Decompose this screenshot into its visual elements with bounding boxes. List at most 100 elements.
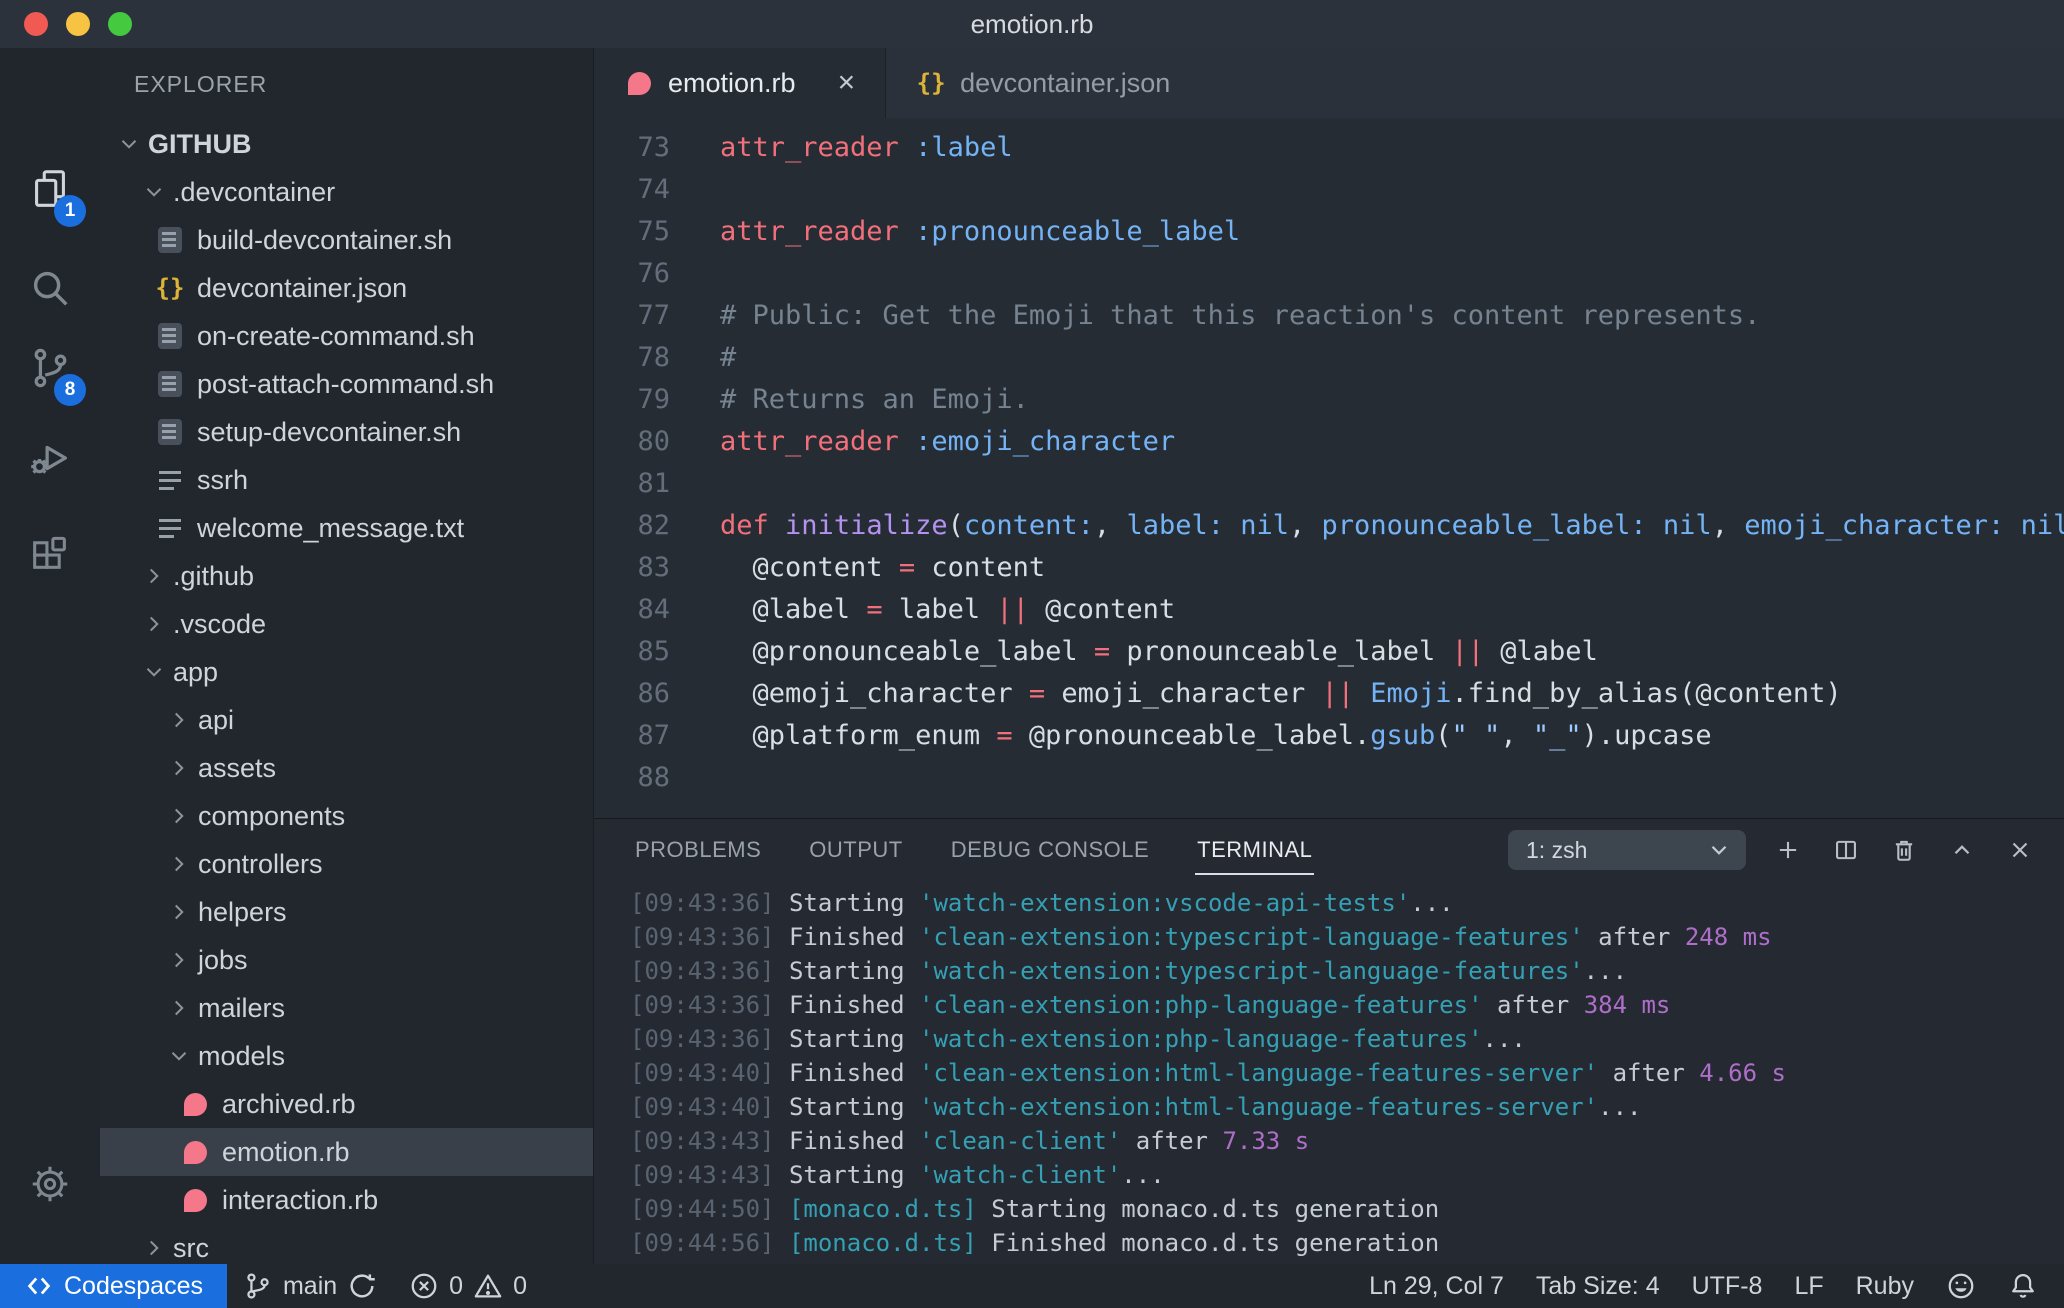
tree-file-interaction.rb[interactable]: interaction.rb: [100, 1176, 593, 1224]
tree-folder-.vscode[interactable]: .vscode: [100, 600, 593, 648]
line-number: 86: [637, 678, 670, 709]
explorer-header: EXPLORER: [134, 70, 268, 97]
codespaces-indicator[interactable]: Codespaces: [0, 1264, 227, 1308]
remote-indicator-icon: [27, 1277, 51, 1295]
panel-tab-terminal[interactable]: TERMINAL: [1195, 823, 1315, 877]
tree-folder-assets[interactable]: assets: [100, 744, 593, 792]
language-mode-indicator[interactable]: Ruby: [1840, 1264, 1930, 1308]
code-line-88: 88: [594, 762, 2064, 804]
ruby-file-icon: [180, 1089, 210, 1119]
explorer-view-button[interactable]: 1: [0, 145, 100, 233]
extensions-icon: [33, 536, 66, 569]
line-content: def initialize(content:, label: nil, pro…: [720, 510, 2064, 541]
tree-file-post-attach-command.sh[interactable]: post-attach-command.sh: [100, 360, 593, 408]
tree-folder-api[interactable]: api: [100, 696, 593, 744]
maximize-panel-button[interactable]: [1940, 828, 1984, 872]
list-file-icon: [155, 513, 185, 543]
new-terminal-button[interactable]: [1766, 828, 1810, 872]
tree-item-label: jobs: [198, 944, 248, 975]
tree-folder-helpers[interactable]: helpers: [100, 888, 593, 936]
close-tab-icon[interactable]: ×: [838, 68, 856, 98]
feedback-button[interactable]: [1930, 1264, 1992, 1308]
eol-indicator[interactable]: LF: [1778, 1264, 1839, 1308]
shell-file-icon: [155, 417, 185, 447]
chevron-right-icon: [139, 1233, 169, 1263]
tree-file-ssrh[interactable]: ssrh: [100, 456, 593, 504]
tree-item-label: api: [198, 704, 235, 735]
line-content: @platform_enum = @pronounceable_label.gs…: [720, 720, 1712, 751]
tree-folder-jobs[interactable]: jobs: [100, 936, 593, 984]
tree-item-label: GITHUB: [148, 128, 252, 159]
list-file-icon: [155, 465, 185, 495]
tree-file-on-create-command.sh[interactable]: on-create-command.sh: [100, 312, 593, 360]
tab-devcontainer-json[interactable]: {} devcontainer.json: [886, 48, 1200, 118]
chevron-right-icon: [164, 801, 194, 831]
line-number: 87: [637, 720, 670, 751]
titlebar: emotion.rb: [0, 0, 2064, 48]
terminal-shell-selector[interactable]: 1: zsh: [1508, 830, 1746, 870]
git-branch-indicator[interactable]: main: [227, 1264, 393, 1308]
editor-tabbar: emotion.rb × {} devcontainer.json: [594, 48, 2064, 118]
tree-folder-models[interactable]: models: [100, 1032, 593, 1080]
tree-file-archived.rb[interactable]: archived.rb: [100, 1080, 593, 1128]
tree-file-welcome_message.txt[interactable]: welcome_message.txt: [100, 504, 593, 552]
bottom-panel: PROBLEMS OUTPUT DEBUG CONSOLE TERMINAL 1…: [594, 818, 2064, 1264]
source-control-view-button[interactable]: 8: [0, 324, 100, 412]
tree-folder-src[interactable]: src: [100, 1224, 593, 1264]
tree-folder-mailers[interactable]: mailers: [100, 984, 593, 1032]
line-content: #: [720, 342, 737, 373]
line-content: @content = content: [720, 552, 1046, 583]
explorer-badge: 1: [54, 195, 86, 227]
terminal-line: [09:43:36] Finished 'clean-extension:typ…: [630, 923, 1772, 951]
panel-tab-problems[interactable]: PROBLEMS: [633, 823, 763, 877]
errors-count: 0: [449, 1271, 464, 1300]
panel-tab-debug-console[interactable]: DEBUG CONSOLE: [949, 823, 1151, 877]
tree-folder-.devcontainer[interactable]: .devcontainer: [100, 168, 593, 216]
tree-folder-app[interactable]: app: [100, 648, 593, 696]
line-number: 80: [637, 426, 670, 457]
source-control-badge: 8: [54, 374, 86, 406]
split-terminal-button[interactable]: [1824, 828, 1868, 872]
tree-item-label: components: [198, 800, 346, 831]
tree-file-build-devcontainer.sh[interactable]: build-devcontainer.sh: [100, 216, 593, 264]
terminal-line: [09:43:36] Starting 'watch-extension:vsc…: [630, 889, 1454, 917]
tree-folder-controllers[interactable]: controllers: [100, 840, 593, 888]
extensions-view-button[interactable]: [0, 512, 100, 600]
tree-item-label: devcontainer.json: [197, 272, 408, 303]
tree-folder-components[interactable]: components: [100, 792, 593, 840]
encoding-indicator[interactable]: UTF-8: [1676, 1264, 1779, 1308]
smiley-icon: [1948, 1273, 1974, 1299]
settings-button[interactable]: [0, 1140, 100, 1228]
window-title: emotion.rb: [970, 8, 1094, 39]
tree-file-setup-devcontainer.sh[interactable]: setup-devcontainer.sh: [100, 408, 593, 456]
indentation-indicator[interactable]: Tab Size: 4: [1520, 1264, 1676, 1308]
terminal-line: [09:43:43] Starting 'watch-client'...: [630, 1161, 1165, 1189]
tab-emotion-rb[interactable]: emotion.rb ×: [594, 48, 887, 118]
panel-tab-output[interactable]: OUTPUT: [807, 823, 904, 877]
json-file-icon: {}: [155, 274, 185, 302]
kill-terminal-button[interactable]: [1882, 828, 1926, 872]
tree-item-label: .github: [173, 560, 255, 591]
problems-indicator[interactable]: 0 0: [393, 1264, 543, 1308]
code-lines: 73 attr_reader :label 74 75 attr_reader :pro…: [594, 132, 2064, 804]
code-editor[interactable]: 73 attr_reader :label 74 75 attr_reader :pro…: [594, 118, 2064, 818]
code-line-77: 77 # Public: Get the Emoji that this reac…: [594, 300, 2064, 342]
trash-icon: [1895, 840, 1913, 861]
line-number: 79: [637, 384, 670, 415]
search-view-button[interactable]: [0, 244, 100, 332]
code-line-87: 87 @platform_enum = @pronounceable_label…: [594, 720, 2064, 762]
cursor-position-indicator[interactable]: Ln 29, Col 7: [1353, 1264, 1520, 1308]
close-panel-button[interactable]: [1998, 828, 2042, 872]
code-line-84: 84 @label = label || @content: [594, 594, 2064, 636]
tree-folder-.github[interactable]: .github: [100, 552, 593, 600]
gear-icon: [32, 1166, 68, 1202]
code-line-81: 81: [594, 468, 2064, 510]
tree-folder-GITHUB[interactable]: GITHUB: [100, 120, 593, 168]
run-debug-view-button[interactable]: [0, 414, 100, 502]
terminal-line: [09:44:50] [monaco.d.ts] Starting monaco…: [630, 1195, 1440, 1223]
terminal-output[interactable]: [09:43:36] Starting 'watch-extension:vsc…: [594, 881, 2064, 1264]
chevron-right-icon: [164, 945, 194, 975]
notifications-button[interactable]: [1992, 1264, 2054, 1308]
tree-file-emotion.rb[interactable]: emotion.rb: [100, 1128, 593, 1176]
tree-file-devcontainer.json[interactable]: {} devcontainer.json: [100, 264, 593, 312]
